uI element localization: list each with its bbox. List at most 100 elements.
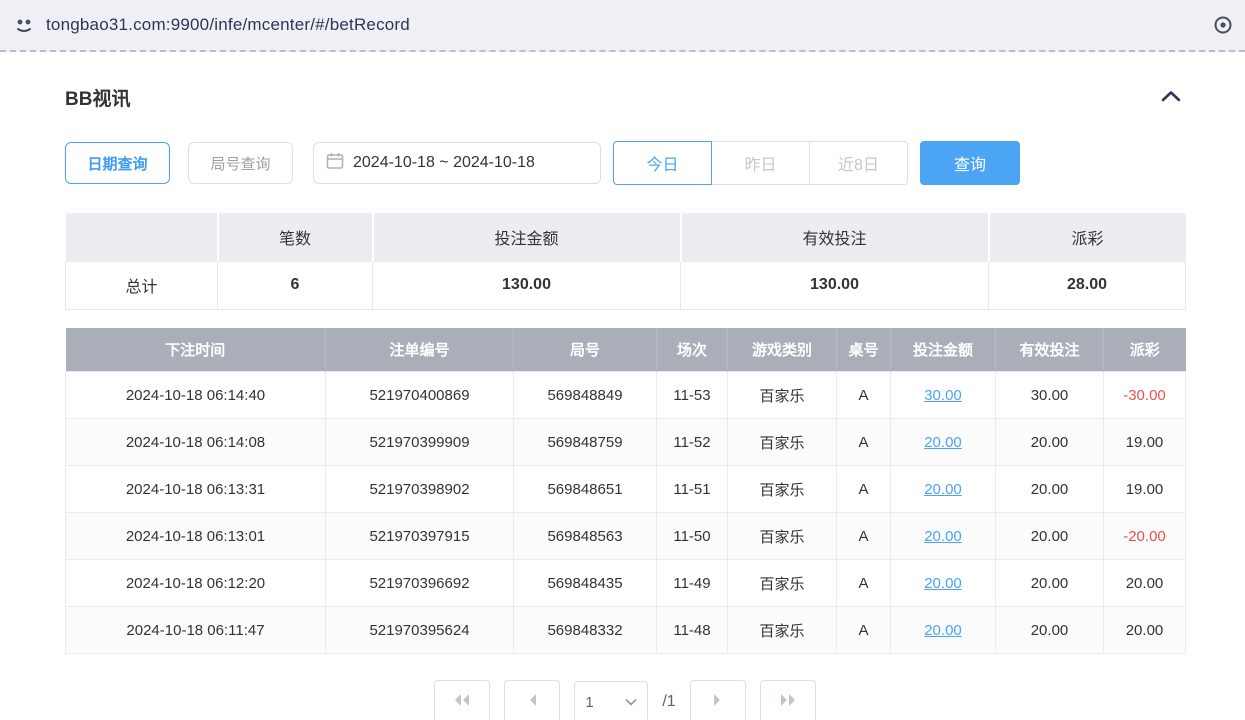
- cell-bet-time: 2024-10-18 06:11:47: [66, 607, 326, 654]
- bet-record-page: BB视讯 日期查询 局号查询 2024-10-18 ~ 2024-10-18: [0, 84, 1245, 720]
- cell-bet-amount: 20.00: [891, 607, 996, 654]
- table-row: 2024-10-18 06:11:47 521970395624 5698483…: [66, 607, 1186, 654]
- calendar-icon: [326, 152, 344, 175]
- page-select[interactable]: 1: [574, 681, 648, 720]
- quick-range-group: 今日 昨日 近8日: [613, 141, 908, 185]
- cell-table-no: A: [837, 466, 891, 513]
- chevron-down-icon: [625, 693, 637, 711]
- cell-bet-amount: 20.00: [891, 466, 996, 513]
- page-title: BB视讯: [65, 84, 130, 111]
- bet-amount-link[interactable]: 20.00: [924, 528, 962, 545]
- header-game-type: 游戏类别: [728, 328, 837, 372]
- summary-valid-bet-value: 130.00: [681, 261, 989, 309]
- summary-header-payout: 派彩: [989, 213, 1186, 261]
- summary-total-label: 总计: [66, 261, 218, 309]
- cell-order-no: 521970396692: [326, 560, 514, 607]
- bet-amount-link[interactable]: 20.00: [924, 434, 962, 451]
- cell-game-type: 百家乐: [728, 372, 837, 419]
- cell-table-no: A: [837, 513, 891, 560]
- cell-session: 11-53: [657, 372, 728, 419]
- site-info-icon[interactable]: [12, 13, 36, 37]
- summary-header-empty: [66, 213, 218, 261]
- cell-session: 11-51: [657, 466, 728, 513]
- cell-game-type: 百家乐: [728, 607, 837, 654]
- cell-bet-time: 2024-10-18 06:13:31: [66, 466, 326, 513]
- cell-bet-time: 2024-10-18 06:12:20: [66, 560, 326, 607]
- table-row: 2024-10-18 06:12:20 521970396692 5698484…: [66, 560, 1186, 607]
- bet-amount-link[interactable]: 20.00: [924, 575, 962, 592]
- bet-record-table: 下注时间 注单编号 局号 场次 游戏类别 桌号 投注金额 有效投注 派彩 202…: [65, 328, 1186, 655]
- cell-payout: 19.00: [1104, 419, 1186, 466]
- double-chevron-right-icon: [779, 693, 797, 712]
- cell-table-no: A: [837, 419, 891, 466]
- first-page-button[interactable]: [434, 680, 490, 720]
- cell-bet-amount: 20.00: [891, 560, 996, 607]
- summary-total-row: 总计 6 130.00 130.00 28.00: [66, 261, 1186, 309]
- cell-game-type: 百家乐: [728, 560, 837, 607]
- next-page-button[interactable]: [690, 680, 746, 720]
- cell-game-type: 百家乐: [728, 419, 837, 466]
- filter-toolbar: 日期查询 局号查询 2024-10-18 ~ 2024-10-18 今日 昨日 …: [65, 141, 1185, 185]
- summary-payout-value: 28.00: [989, 261, 1186, 309]
- cell-bet-time: 2024-10-18 06:13:01: [66, 513, 326, 560]
- last-page-button[interactable]: [760, 680, 816, 720]
- cell-payout: 20.00: [1104, 607, 1186, 654]
- cell-payout: 19.00: [1104, 466, 1186, 513]
- cell-bet-time: 2024-10-18 06:14:08: [66, 419, 326, 466]
- cell-payout: 20.00: [1104, 560, 1186, 607]
- date-range-value: 2024-10-18 ~ 2024-10-18: [353, 154, 535, 172]
- cell-bet-amount: 20.00: [891, 513, 996, 560]
- table-row: 2024-10-18 06:14:08 521970399909 5698487…: [66, 419, 1186, 466]
- bet-amount-link[interactable]: 20.00: [924, 481, 962, 498]
- header-round-no: 局号: [514, 328, 657, 372]
- cell-bet-amount: 30.00: [891, 372, 996, 419]
- cell-bet-time: 2024-10-18 06:14:40: [66, 372, 326, 419]
- cell-round-no: 569848759: [514, 419, 657, 466]
- total-pages-label: /1: [662, 693, 675, 711]
- bet-amount-link[interactable]: 30.00: [924, 387, 962, 404]
- chevron-right-icon: [713, 693, 723, 712]
- eye-icon[interactable]: [1213, 15, 1233, 35]
- cell-valid-bet: 20.00: [996, 607, 1104, 654]
- page-select-value: 1: [585, 694, 593, 711]
- cell-session: 11-48: [657, 607, 728, 654]
- cell-order-no: 521970398902: [326, 466, 514, 513]
- date-range-input[interactable]: 2024-10-18 ~ 2024-10-18: [313, 142, 601, 184]
- cell-valid-bet: 30.00: [996, 372, 1104, 419]
- cell-bet-amount: 20.00: [891, 419, 996, 466]
- prev-page-button[interactable]: [504, 680, 560, 720]
- cell-session: 11-50: [657, 513, 728, 560]
- quick-today-button[interactable]: 今日: [613, 141, 712, 185]
- search-button[interactable]: 查询: [920, 141, 1020, 185]
- table-row: 2024-10-18 06:14:40 521970400869 5698488…: [66, 372, 1186, 419]
- summary-header-bet-amount: 投注金额: [373, 213, 681, 261]
- cell-round-no: 569848849: [514, 372, 657, 419]
- summary-header-count: 笔数: [218, 213, 373, 261]
- header-table-no: 桌号: [837, 328, 891, 372]
- quick-yesterday-button[interactable]: 昨日: [711, 141, 810, 185]
- cell-valid-bet: 20.00: [996, 560, 1104, 607]
- double-chevron-left-icon: [453, 693, 471, 712]
- cell-round-no: 569848435: [514, 560, 657, 607]
- pagination: 1 /1: [65, 680, 1185, 720]
- cell-round-no: 569848651: [514, 466, 657, 513]
- cell-valid-bet: 20.00: [996, 513, 1104, 560]
- section-header: BB视讯: [65, 84, 1185, 111]
- cell-payout: -30.00: [1104, 372, 1186, 419]
- quick-last8days-button[interactable]: 近8日: [809, 141, 908, 185]
- cell-round-no: 569848332: [514, 607, 657, 654]
- bet-table-header-row: 下注时间 注单编号 局号 场次 游戏类别 桌号 投注金额 有效投注 派彩: [66, 328, 1186, 372]
- cell-table-no: A: [837, 560, 891, 607]
- summary-header-valid-bet: 有效投注: [681, 213, 989, 261]
- summary-count-value: 6: [218, 261, 373, 309]
- collapse-button[interactable]: [1157, 86, 1185, 109]
- cell-game-type: 百家乐: [728, 513, 837, 560]
- bet-amount-link[interactable]: 20.00: [924, 622, 962, 639]
- url-text[interactable]: tongbao31.com:9900/infe/mcenter/#/betRec…: [46, 15, 410, 35]
- header-bet-amount: 投注金额: [891, 328, 996, 372]
- cell-order-no: 521970399909: [326, 419, 514, 466]
- tab-round-query[interactable]: 局号查询: [188, 142, 293, 184]
- summary-table: 笔数 投注金额 有效投注 派彩 总计 6 130.00 130.00 28.00: [65, 213, 1186, 310]
- tab-date-query[interactable]: 日期查询: [65, 142, 170, 184]
- cell-payout: -20.00: [1104, 513, 1186, 560]
